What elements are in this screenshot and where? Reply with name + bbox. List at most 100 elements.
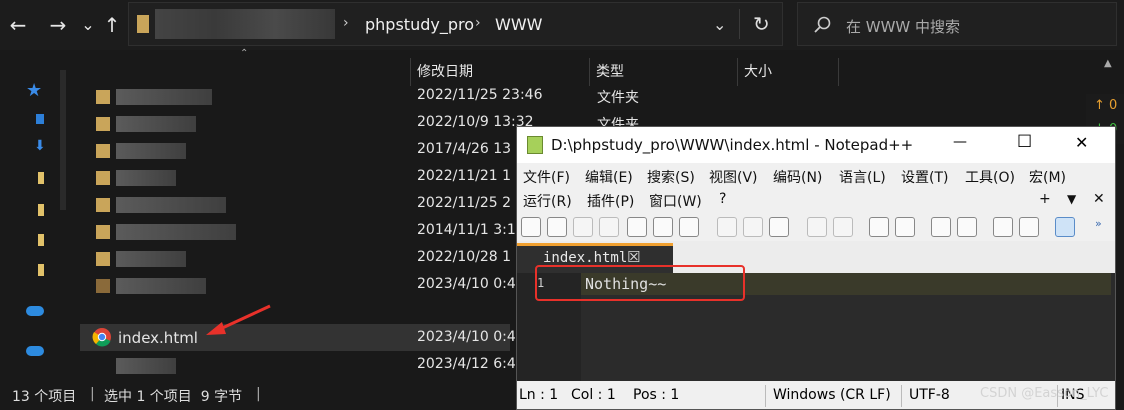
breadcrumb-separator: › bbox=[343, 15, 349, 31]
list-item[interactable]: 2022/11/21 1 bbox=[80, 164, 512, 191]
new-tab-plus-button[interactable]: + bbox=[1039, 191, 1051, 207]
menu-file[interactable]: 文件(F) bbox=[523, 167, 570, 187]
list-item[interactable]: 2023/4/12 6:4 bbox=[80, 353, 516, 380]
list-item[interactable]: 2022/11/25 2 bbox=[80, 191, 512, 218]
save-icon[interactable] bbox=[573, 217, 593, 237]
column-header-size[interactable]: 大小 bbox=[738, 58, 838, 86]
close-icon[interactable] bbox=[627, 217, 647, 237]
tab-close-icon[interactable]: ☒ bbox=[627, 248, 640, 266]
folder-icon[interactable] bbox=[38, 264, 44, 276]
folder-icon[interactable] bbox=[38, 234, 44, 246]
onedrive-icon[interactable] bbox=[26, 306, 44, 316]
back-button[interactable]: ← bbox=[6, 10, 30, 40]
folder-icon bbox=[96, 144, 110, 158]
word-wrap-icon[interactable] bbox=[1055, 217, 1075, 237]
row-date: 2022/11/25 2 bbox=[417, 195, 512, 211]
save-all-icon[interactable] bbox=[599, 217, 619, 237]
forward-button[interactable]: → bbox=[46, 10, 70, 40]
minimize-button[interactable]: — bbox=[953, 134, 967, 150]
tab-label: index.html bbox=[543, 250, 628, 266]
divider bbox=[739, 9, 740, 39]
breadcrumb-phpstudy-pro[interactable]: phpstudy_pro bbox=[365, 15, 474, 34]
menu-macro[interactable]: 宏(M) bbox=[1029, 167, 1066, 187]
new-file-icon[interactable] bbox=[521, 217, 541, 237]
list-item[interactable]: 2017/4/26 13 bbox=[80, 137, 511, 164]
desktop-icon[interactable] bbox=[36, 114, 44, 124]
undo-icon[interactable] bbox=[807, 217, 827, 237]
menu-help[interactable]: ? bbox=[719, 191, 726, 207]
blurred-path bbox=[155, 9, 335, 39]
close-button[interactable]: ✕ bbox=[1075, 133, 1088, 152]
list-item[interactable]: 2022/10/28 1 bbox=[80, 245, 511, 272]
collapse-chevron-icon[interactable]: ⌃ bbox=[240, 48, 248, 59]
blurred-file-name bbox=[116, 143, 186, 159]
find-icon[interactable] bbox=[869, 217, 889, 237]
navigation-pane: ★ ⬇ bbox=[0, 50, 80, 380]
close-all-icon[interactable] bbox=[653, 217, 673, 237]
address-bar[interactable]: › phpstudy_pro › WWW ⌄ ↻ bbox=[128, 2, 783, 46]
row-type: 文件夹 bbox=[597, 90, 639, 106]
quick-access-star-icon[interactable]: ★ bbox=[26, 80, 42, 101]
column-header-date[interactable]: 修改日期 bbox=[411, 58, 589, 86]
list-item[interactable]: 2023/4/10 0:4 bbox=[80, 272, 516, 299]
menu-view[interactable]: 视图(V) bbox=[709, 167, 758, 187]
redo-icon[interactable] bbox=[833, 217, 853, 237]
zoom-in-icon[interactable] bbox=[931, 217, 951, 237]
folder-icon[interactable] bbox=[38, 172, 44, 184]
encoding[interactable]: UTF-8 bbox=[909, 387, 950, 403]
copy-icon[interactable] bbox=[743, 217, 763, 237]
up-button[interactable]: ↑ bbox=[100, 10, 124, 40]
replace-icon[interactable] bbox=[895, 217, 915, 237]
paste-icon[interactable] bbox=[769, 217, 789, 237]
notepad-app-icon bbox=[527, 136, 543, 154]
list-item[interactable]: 2014/11/1 3:1 bbox=[80, 218, 516, 245]
column-header-type[interactable]: 类型 bbox=[590, 58, 736, 86]
menu-edit[interactable]: 编辑(E) bbox=[585, 167, 633, 187]
scroll-up-icon[interactable]: ▲ bbox=[1104, 58, 1112, 69]
list-item-selected[interactable]: index.html 2023/4/10 0:4 bbox=[80, 324, 516, 351]
menu-search[interactable]: 搜索(S) bbox=[647, 167, 695, 187]
list-item[interactable]: 2022/11/25 23:46 bbox=[80, 83, 543, 110]
search-box[interactable]: 在 WWW 中搜索 bbox=[797, 2, 1117, 46]
incoming-count: ↑ 0 bbox=[1094, 98, 1118, 113]
eol-format[interactable]: Windows (CR LF) bbox=[773, 387, 891, 403]
menu-plugins[interactable]: 插件(P) bbox=[587, 191, 634, 211]
refresh-button[interactable]: ↻ bbox=[753, 12, 770, 36]
status-divider: | bbox=[90, 386, 95, 402]
menu-run[interactable]: 运行(R) bbox=[523, 191, 572, 211]
open-file-icon[interactable] bbox=[547, 217, 567, 237]
zoom-out-icon[interactable] bbox=[957, 217, 977, 237]
toolbar-overflow-icon[interactable]: » bbox=[1095, 217, 1102, 230]
search-icon bbox=[814, 16, 831, 33]
blurred-file-name bbox=[116, 278, 206, 294]
folder-icon[interactable] bbox=[38, 204, 44, 216]
close-document-button[interactable]: ✕ bbox=[1093, 191, 1105, 207]
menu-encoding[interactable]: 编码(N) bbox=[773, 167, 822, 187]
sync-vertical-icon[interactable] bbox=[993, 217, 1013, 237]
tab-list-dropdown-button[interactable]: ▼ bbox=[1067, 192, 1076, 206]
sync-horizontal-icon[interactable] bbox=[1019, 217, 1039, 237]
onedrive-icon[interactable] bbox=[26, 346, 44, 356]
blurred-file-name bbox=[116, 358, 176, 374]
status-divider: | bbox=[256, 386, 261, 402]
address-dropdown-button[interactable]: ⌄ bbox=[713, 15, 726, 34]
editor-area[interactable]: 1 Nothing~~ bbox=[517, 265, 1115, 381]
title-bar: D:\phpstudy_pro\WWW\index.html - Notepad… bbox=[517, 127, 1115, 163]
list-item[interactable]: 2022/10/9 13:32 bbox=[80, 110, 534, 137]
downloads-icon[interactable]: ⬇ bbox=[34, 138, 46, 154]
menu-settings[interactable]: 设置(T) bbox=[901, 167, 948, 187]
folder-icon bbox=[96, 117, 110, 131]
menu-window[interactable]: 窗口(W) bbox=[649, 191, 702, 211]
print-icon[interactable] bbox=[679, 217, 699, 237]
menu-tools[interactable]: 工具(O) bbox=[965, 167, 1015, 187]
item-count: 13 个项目 bbox=[12, 389, 77, 405]
menu-language[interactable]: 语言(L) bbox=[839, 167, 886, 187]
recent-locations-button[interactable]: ⌄ bbox=[76, 10, 100, 40]
maximize-button[interactable]: ☐ bbox=[1017, 132, 1032, 152]
cut-icon[interactable] bbox=[717, 217, 737, 237]
file-icon bbox=[96, 279, 110, 293]
folder-icon bbox=[137, 15, 149, 33]
folder-icon bbox=[96, 171, 110, 185]
breadcrumb-www[interactable]: WWW bbox=[495, 15, 542, 34]
row-date: 2022/11/21 1 bbox=[417, 168, 512, 184]
